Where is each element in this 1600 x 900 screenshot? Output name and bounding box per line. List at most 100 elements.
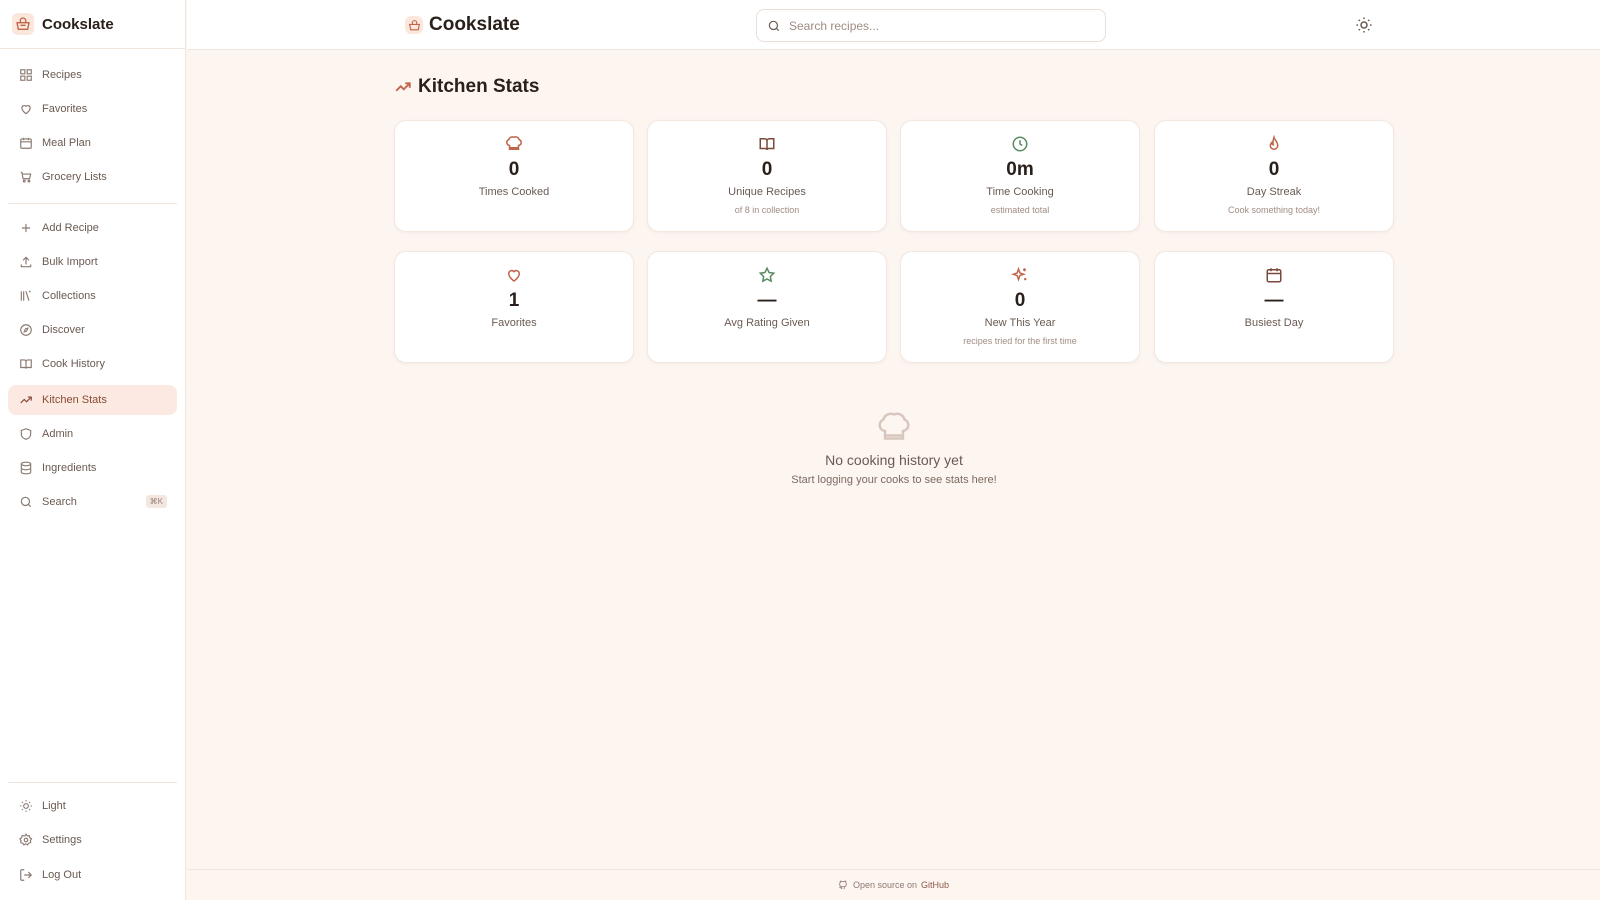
- book-icon: [20, 359, 32, 369]
- github-link[interactable]: GitHub: [921, 880, 949, 890]
- sidebar-item-admin[interactable]: Admin: [8, 419, 177, 449]
- pot-logo-icon: [12, 13, 34, 35]
- stat-value: 0m: [1006, 159, 1034, 180]
- sidebar-item-grocery-lists[interactable]: Grocery Lists: [8, 162, 177, 192]
- keyboard-shortcut-badge: ⌘K: [145, 495, 167, 508]
- clock-icon: [1012, 136, 1028, 152]
- sidebar-item-kitchen-stats[interactable]: Kitchen Stats: [8, 385, 177, 415]
- page-title: Kitchen Stats: [394, 76, 539, 98]
- sidebar-item-add-recipe[interactable]: Add Recipe: [8, 213, 177, 243]
- sidebar-item-label: Ingredients: [42, 462, 97, 474]
- sidebar-item-ingredients[interactable]: Ingredients: [8, 453, 177, 483]
- trending-up-icon: [20, 396, 32, 404]
- sidebar-divider: [8, 782, 177, 783]
- sidebar-item-label: Settings: [42, 834, 82, 846]
- sidebar-brand-name: Cookslate: [42, 15, 114, 33]
- gear-icon: [19, 833, 33, 846]
- stat-card-times-cooked: 0 Times Cooked: [394, 120, 634, 232]
- trending-up-icon: [395, 82, 411, 92]
- sidebar-item-label: Recipes: [42, 69, 82, 81]
- stat-label: Busiest Day: [1244, 317, 1304, 329]
- sidebar: Cookslate Recipes Favorites Meal Plan Gr…: [0, 0, 186, 900]
- sidebar-item-cook-history[interactable]: Cook History: [8, 349, 177, 379]
- sidebar-item-discover[interactable]: Discover: [8, 315, 177, 345]
- top-bar: Cookslate: [187, 0, 1600, 50]
- grid-icon: [20, 69, 32, 81]
- sidebar-item-meal-plan[interactable]: Meal Plan: [8, 128, 177, 158]
- shield-icon: [20, 428, 32, 440]
- sidebar-item-label: Search: [42, 496, 77, 508]
- chef-hat-icon: [878, 412, 910, 440]
- stat-value: 1: [508, 290, 520, 311]
- stat-label: Unique Recipes: [728, 186, 806, 198]
- sidebar-item-settings[interactable]: Settings: [8, 825, 177, 855]
- search-icon: [20, 496, 32, 508]
- sidebar-item-bulk-import[interactable]: Bulk Import: [8, 247, 177, 277]
- stat-label: Favorites: [491, 317, 537, 329]
- topbar-brand[interactable]: Cookslate: [405, 14, 520, 36]
- calendar-icon: [20, 137, 32, 149]
- github-icon: [839, 880, 847, 890]
- calendar-icon: [1266, 268, 1282, 283]
- sidebar-item-label: Admin: [42, 428, 74, 440]
- page-title-text: Kitchen Stats: [418, 76, 540, 97]
- stat-value: 0: [1014, 290, 1026, 311]
- flame-icon: [1269, 135, 1279, 150]
- sidebar-item-label: Favorites: [42, 103, 88, 115]
- sidebar-item-label: Add Recipe: [42, 222, 99, 234]
- topbar-brand-name: Cookslate: [429, 14, 520, 35]
- sidebar-item-light-mode[interactable]: Light: [8, 791, 177, 821]
- stat-subtext: Cook something today!: [1227, 205, 1321, 215]
- sun-icon: [20, 800, 32, 812]
- search-box[interactable]: [756, 9, 1106, 42]
- logout-icon: [20, 869, 33, 881]
- sidebar-item-collections[interactable]: Collections: [8, 281, 177, 311]
- empty-state-title: No cooking history yet: [825, 452, 963, 468]
- database-icon: [20, 461, 32, 475]
- stat-card-new-this-year: 0 New This Year recipes tried for the fi…: [900, 251, 1140, 363]
- stat-card-favorites: 1 Favorites: [394, 251, 634, 363]
- empty-state-subtitle: Start logging your cooks to see stats he…: [791, 474, 997, 486]
- stat-card-unique-recipes: 0 Unique Recipes of 8 in collection: [647, 120, 887, 232]
- sidebar-item-search[interactable]: Search ⌘K: [8, 487, 177, 517]
- stat-card-time-cooking: 0m Time Cooking estimated total: [900, 120, 1140, 232]
- sidebar-item-favorites[interactable]: Favorites: [8, 94, 177, 124]
- sidebar-item-label: Grocery Lists: [42, 171, 107, 183]
- footer-text: Open source on: [852, 880, 918, 890]
- upload-icon: [20, 256, 32, 268]
- compass-icon: [20, 324, 32, 336]
- library-icon: [20, 290, 31, 301]
- stat-label: New This Year: [984, 317, 1056, 329]
- stat-subtext: of 8 in collection: [734, 205, 800, 215]
- sidebar-item-log-out[interactable]: Log Out: [8, 860, 177, 890]
- stat-value: 0: [1268, 159, 1280, 180]
- stat-value: 0: [508, 159, 520, 180]
- stat-label: Day Streak: [1246, 186, 1302, 198]
- sidebar-item-label: Log Out: [42, 869, 82, 881]
- sidebar-item-label: Collections: [42, 290, 96, 302]
- sidebar-item-label: Light: [42, 800, 66, 812]
- pot-logo-icon: [405, 16, 423, 34]
- sidebar-item-label: Bulk Import: [42, 256, 98, 268]
- chef-hat-icon: [506, 136, 522, 150]
- empty-state: No cooking history yet Start logging you…: [694, 410, 1094, 486]
- search-icon: [768, 20, 780, 31]
- sparkles-icon: [1011, 266, 1027, 282]
- open-book-icon: [759, 138, 775, 151]
- stat-value: 0: [761, 159, 773, 180]
- search-input[interactable]: [789, 18, 1079, 33]
- stat-card-busiest-day: — Busiest Day: [1154, 251, 1394, 363]
- stat-subtext: recipes tried for the first time: [963, 336, 1077, 346]
- sidebar-item-label: Discover: [42, 324, 85, 336]
- stat-subtext: estimated total: [990, 205, 1050, 215]
- sun-icon[interactable]: [1355, 16, 1373, 34]
- sidebar-brand[interactable]: Cookslate: [0, 0, 185, 49]
- stat-card-day-streak: 0 Day Streak Cook something today!: [1154, 120, 1394, 232]
- stat-label: Times Cooked: [478, 186, 550, 198]
- sidebar-item-label: Cook History: [42, 358, 105, 370]
- stat-card-avg-rating: — Avg Rating Given: [647, 251, 887, 363]
- stat-value: —: [757, 290, 777, 311]
- footer: Open source on GitHub: [187, 869, 1600, 900]
- heart-icon: [507, 269, 521, 282]
- sidebar-item-recipes[interactable]: Recipes: [8, 60, 177, 90]
